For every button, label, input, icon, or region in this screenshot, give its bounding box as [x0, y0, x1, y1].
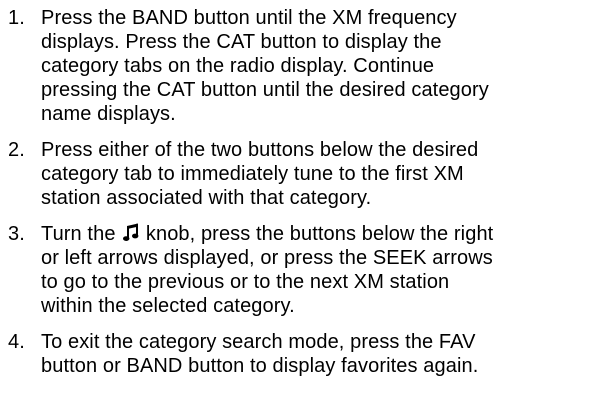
list-item-step-2: 2. Press either of the two buttons below… [8, 138, 588, 210]
list-item-step-1: 1. Press the BAND button until the XM fr… [8, 6, 588, 126]
list-item-step-3: 3. Turn the knob, press the buttons belo… [8, 222, 588, 318]
step-number: 3. [8, 223, 25, 245]
step-text: Turn the knob, press the buttons below t… [41, 222, 588, 318]
music-note-icon [123, 223, 139, 242]
instruction-document: 1. Press the BAND button until the XM fr… [0, 0, 593, 413]
step-text-before-icon: Turn the [41, 223, 116, 245]
step-number: 2. [8, 139, 25, 161]
step-text: Press the BAND button until the XM frequ… [41, 7, 489, 125]
step-number: 1. [8, 7, 25, 29]
list-item-step-4: 4. To exit the category search mode, pre… [8, 330, 588, 378]
instruction-list: 1. Press the BAND button until the XM fr… [8, 6, 588, 390]
step-text: To exit the category search mode, press … [41, 331, 479, 377]
step-number: 4. [8, 331, 25, 353]
step-text: Press either of the two buttons below th… [41, 139, 479, 209]
